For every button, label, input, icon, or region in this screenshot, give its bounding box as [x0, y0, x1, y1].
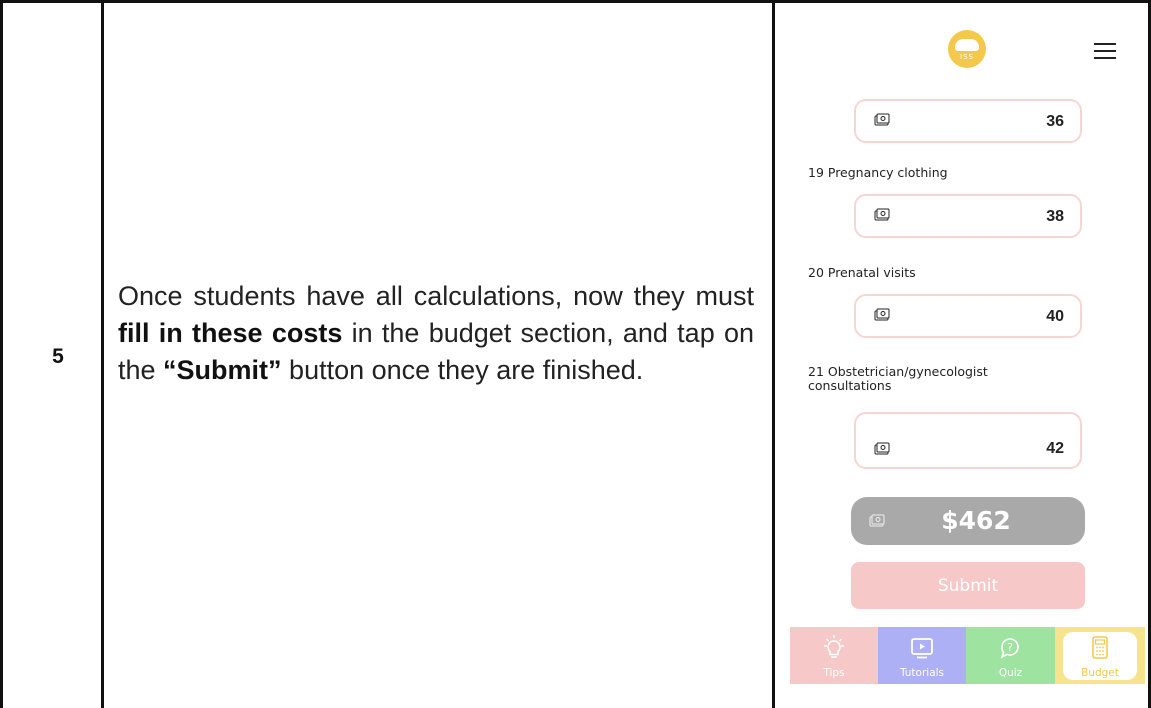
instruction-bold-1: fill in these costs — [118, 318, 343, 348]
cash-icon — [874, 308, 890, 321]
svg-text:?: ? — [1007, 641, 1013, 654]
cost-value: 42 — [1046, 440, 1064, 457]
table-top-border — [0, 0, 1151, 3]
question-icon: ? — [1000, 638, 1019, 659]
cash-icon — [874, 442, 890, 455]
lightbulb-icon — [824, 635, 844, 658]
submit-button[interactable]: Submit — [851, 562, 1085, 609]
cost-value: 36 — [1046, 113, 1064, 130]
nav-label: Budget — [1081, 667, 1119, 679]
nav-label: Quiz — [998, 667, 1023, 679]
cost-input-20[interactable]: 40 — [854, 294, 1082, 338]
total-amount: $462 — [941, 506, 1011, 535]
cost-value: 40 — [1046, 308, 1064, 325]
nav-tab-tips[interactable]: Tips — [790, 627, 878, 684]
nav-tab-tutorials[interactable]: Tutorials — [878, 627, 966, 684]
table-left-border — [0, 0, 3, 708]
cost-input-19[interactable]: 38 — [854, 194, 1082, 238]
phone-screen: ISS 36 19 Pregnancy clothing 38 20 Prena… — [790, 4, 1145, 684]
cost-input-18[interactable]: 36 — [854, 99, 1082, 143]
cost-value: 38 — [1046, 208, 1064, 225]
instruction-part-1: Once students have all calculations, now… — [118, 281, 754, 311]
table-divider-2 — [772, 0, 775, 708]
nav-label: Tutorials — [899, 667, 945, 679]
step-number: 5 — [52, 345, 64, 368]
app-logo: ISS — [948, 30, 986, 68]
instruction-part-3: button once they are finished. — [281, 355, 644, 385]
cost-label-20: 20 Prenatal visits — [808, 265, 916, 280]
cost-label-21: 21 Obstetrician/gynecologist consultatio… — [808, 364, 988, 393]
cash-icon — [874, 113, 890, 126]
play-icon — [911, 638, 933, 659]
cost-label-19: 19 Pregnancy clothing — [808, 165, 948, 180]
cash-icon — [874, 208, 890, 221]
nav-tab-quiz[interactable]: ? Quiz — [966, 627, 1055, 684]
instruction-text: Once students have all calculations, now… — [118, 278, 754, 389]
nav-tab-budget[interactable]: Budget — [1055, 627, 1145, 684]
instruction-bold-2: “Submit” — [163, 355, 282, 385]
calculator-icon — [1092, 636, 1108, 659]
logo-cloud-shape — [955, 39, 979, 51]
nav-label: Tips — [823, 667, 845, 679]
budget-total: $462 — [851, 497, 1085, 545]
cost-input-21[interactable]: 42 — [854, 412, 1082, 469]
bottom-nav: Tips Tutorials ? Quiz Budget — [790, 627, 1145, 684]
hamburger-menu-icon[interactable] — [1094, 42, 1116, 60]
logo-text: ISS — [960, 53, 974, 61]
